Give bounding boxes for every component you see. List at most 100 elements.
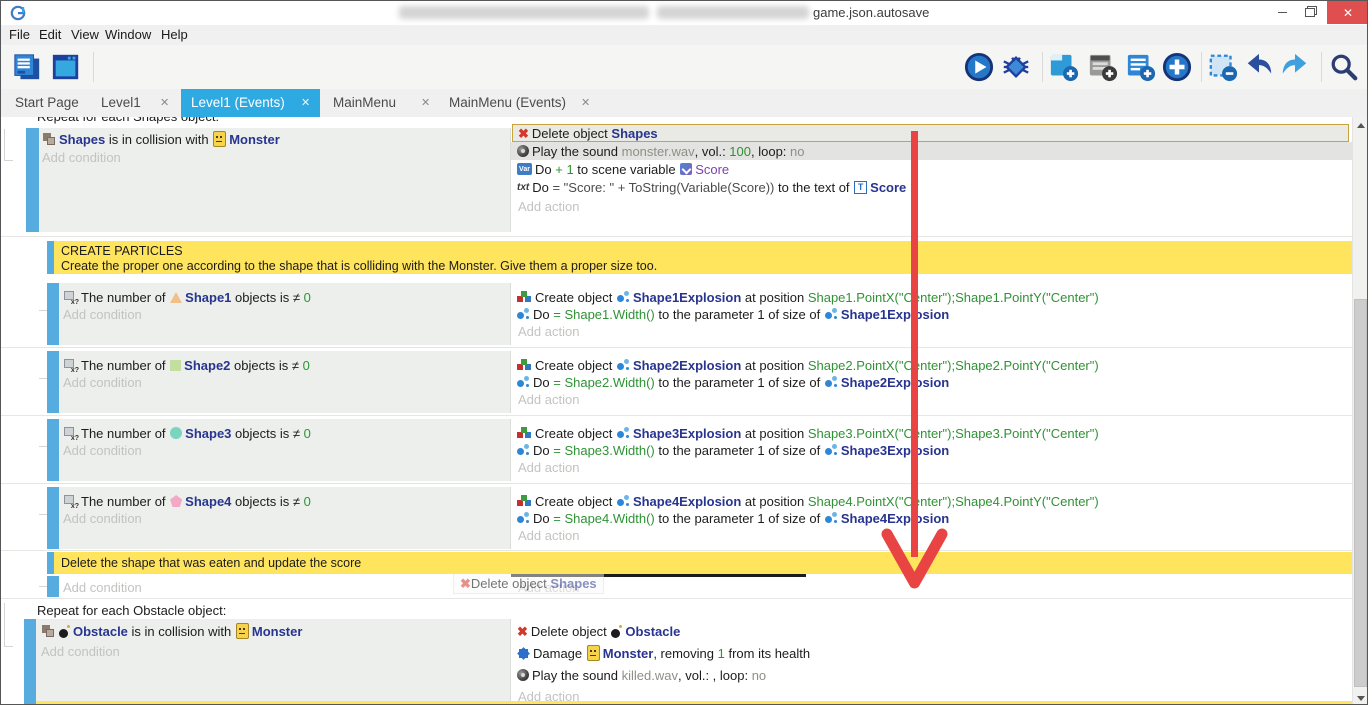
event1-action-scene-variable[interactable]: Do + 1 to scene variable Score: [516, 160, 729, 178]
event2-add-condition[interactable]: Add condition: [41, 642, 120, 660]
tab-start-page[interactable]: Start Page: [15, 95, 79, 110]
event1-action-set-text[interactable]: Do = "Score: " + ToString(Variable(Score…: [516, 178, 906, 196]
menu-edit[interactable]: Edit: [39, 27, 61, 42]
debugger-bug-icon[interactable]: [1001, 52, 1031, 82]
tab-mainmenu-events[interactable]: MainMenu (Events): [449, 95, 566, 110]
particle-icon: [825, 376, 838, 388]
preview-play-icon[interactable]: [964, 52, 994, 82]
tab-mainmenu-events-close-icon[interactable]: ✕: [581, 96, 590, 109]
shape3-add-condition[interactable]: Add condition: [63, 441, 142, 459]
variable-icon: [517, 163, 532, 175]
tab-level1-events-close-icon[interactable]: ✕: [301, 96, 310, 109]
search-icon[interactable]: [1329, 52, 1359, 82]
shape2-action-size[interactable]: Do = Shape2.Width() to the parameter 1 o…: [516, 373, 949, 391]
particle-icon: [617, 495, 630, 507]
tree-guide: [4, 160, 13, 161]
shape2-condition-count[interactable]: The number of Shape2 objects is ≠ 0: [63, 356, 310, 374]
add-comment-icon[interactable]: [1126, 52, 1156, 82]
event-rail: [47, 419, 59, 481]
menu-file[interactable]: File: [9, 27, 30, 42]
monster-icon: [213, 131, 226, 147]
event2-action-delete-obstacle[interactable]: Delete object Obstacle: [516, 622, 680, 640]
tab-mainmenu[interactable]: MainMenu: [333, 95, 396, 110]
event-repeat-shapes-header-clipped[interactable]: Repeat for each Shapes object:: [37, 117, 457, 127]
tab-level1[interactable]: Level1: [101, 95, 141, 110]
menu-help[interactable]: Help: [161, 27, 188, 42]
event1-condition-collision[interactable]: Shapes is in collision with Monster: [42, 130, 280, 148]
shape4-add-condition[interactable]: Add condition: [63, 509, 142, 527]
shape4-pentagon-icon: [170, 495, 182, 507]
separator: [1, 550, 1352, 551]
event2-condition-collision[interactable]: Obstacle is in collision with Monster: [41, 622, 302, 640]
shape1-add-action[interactable]: Add action: [518, 322, 579, 340]
sound-icon: [517, 145, 529, 157]
shape3-add-action[interactable]: Add action: [518, 458, 579, 476]
tab-level1-close-icon[interactable]: ✕: [160, 96, 169, 109]
scrollbar-thumb[interactable]: [1354, 299, 1367, 687]
event-repeat-obstacle-header[interactable]: Repeat for each Obstacle object:: [37, 603, 226, 618]
shape4-action-create[interactable]: Create object Shape4Explosion at positio…: [516, 492, 1099, 510]
shape2-add-action[interactable]: Add action: [518, 390, 579, 408]
undo-icon[interactable]: [1244, 52, 1274, 82]
monster-icon: [236, 623, 249, 639]
text-object-icon: [854, 181, 867, 194]
bomb-icon: [611, 625, 622, 638]
shape2-add-condition[interactable]: Add condition: [63, 373, 142, 391]
comment-rail: [47, 552, 54, 574]
menu-view[interactable]: View: [71, 27, 99, 42]
tree-guide: [39, 446, 47, 447]
project-manager-icon[interactable]: [12, 52, 42, 82]
minimize-button[interactable]: [1269, 1, 1295, 24]
particle-icon: [517, 512, 530, 524]
add-event-icon[interactable]: [1049, 52, 1079, 82]
tabbar: Start Page Level1 ✕ Level1 (Events) ✕ Ma…: [1, 89, 1367, 118]
scene-editor-icon[interactable]: [51, 52, 81, 82]
delete-selection-icon[interactable]: [1208, 52, 1238, 82]
particle-icon: [617, 291, 630, 303]
event1-add-condition[interactable]: Add condition: [42, 148, 121, 166]
separator: [1, 415, 1352, 416]
bomb-icon: [59, 625, 70, 638]
comment-rail: [47, 241, 54, 274]
drag-ghost-delete-shapes: Delete object Shapes: [453, 573, 604, 594]
event2-action-damage[interactable]: Damage Monster, removing 1 from its heal…: [516, 644, 810, 662]
object-count-icon: [64, 291, 78, 304]
scroll-down-icon[interactable]: [1357, 696, 1365, 701]
add-sub-event-icon[interactable]: [1088, 52, 1118, 82]
tab-mainmenu-close-icon[interactable]: ✕: [421, 96, 430, 109]
event1-action-delete-shapes[interactable]: Delete object Shapes: [512, 124, 1349, 142]
shape3-action-size[interactable]: Do = Shape3.Width() to the parameter 1 o…: [516, 441, 949, 459]
shape1-triangle-icon: [170, 292, 182, 303]
delete-cross-icon: [517, 625, 528, 638]
object-count-icon: [64, 427, 78, 440]
redo-icon[interactable]: [1280, 52, 1310, 82]
close-button[interactable]: [1327, 1, 1368, 24]
menu-window[interactable]: Window: [105, 27, 151, 42]
empty-event-add-condition[interactable]: Add condition: [63, 578, 142, 596]
shape1-condition-count[interactable]: The number of Shape1 objects is ≠ 0: [63, 288, 311, 306]
shape3-condition-count[interactable]: The number of Shape3 objects is ≠ 0: [63, 424, 311, 442]
shape3-action-create[interactable]: Create object Shape3Explosion at positio…: [516, 424, 1099, 442]
shape2-action-create[interactable]: Create object Shape2Explosion at positio…: [516, 356, 1099, 374]
shape1-action-size[interactable]: Do = Shape1.Width() to the parameter 1 o…: [516, 305, 949, 323]
event1-action-play-sound[interactable]: Play the sound monster.wav, vol.: 100, l…: [511, 142, 1352, 160]
shape4-action-size[interactable]: Do = Shape4.Width() to the parameter 1 o…: [516, 509, 949, 527]
shape1-add-condition[interactable]: Add condition: [63, 305, 142, 323]
delete-cross-icon: [518, 127, 529, 140]
add-other-icon[interactable]: [1162, 52, 1192, 82]
shape1-action-create[interactable]: Create object Shape1Explosion at positio…: [516, 288, 1099, 306]
tree-guide: [39, 586, 47, 587]
event1-add-action[interactable]: Add action: [518, 197, 579, 215]
restore-button[interactable]: [1297, 1, 1323, 24]
shape4-add-action[interactable]: Add action: [518, 526, 579, 544]
tree-guide: [39, 378, 47, 379]
events-sheet: Repeat for each Shapes object: Shapes is…: [1, 117, 1352, 705]
create-object-icon: [517, 359, 532, 371]
shape4-condition-count[interactable]: The number of Shape4 objects is ≠ 0: [63, 492, 311, 510]
separator: [1, 483, 1352, 484]
tree-guide: [4, 646, 13, 647]
event2-action-play-sound[interactable]: Play the sound killed.wav, vol.: , loop:…: [516, 666, 766, 684]
scroll-up-icon[interactable]: [1357, 123, 1365, 128]
tab-level1-events[interactable]: Level1 (Events): [191, 95, 285, 110]
comment-partial-bottom[interactable]: [36, 701, 1352, 705]
